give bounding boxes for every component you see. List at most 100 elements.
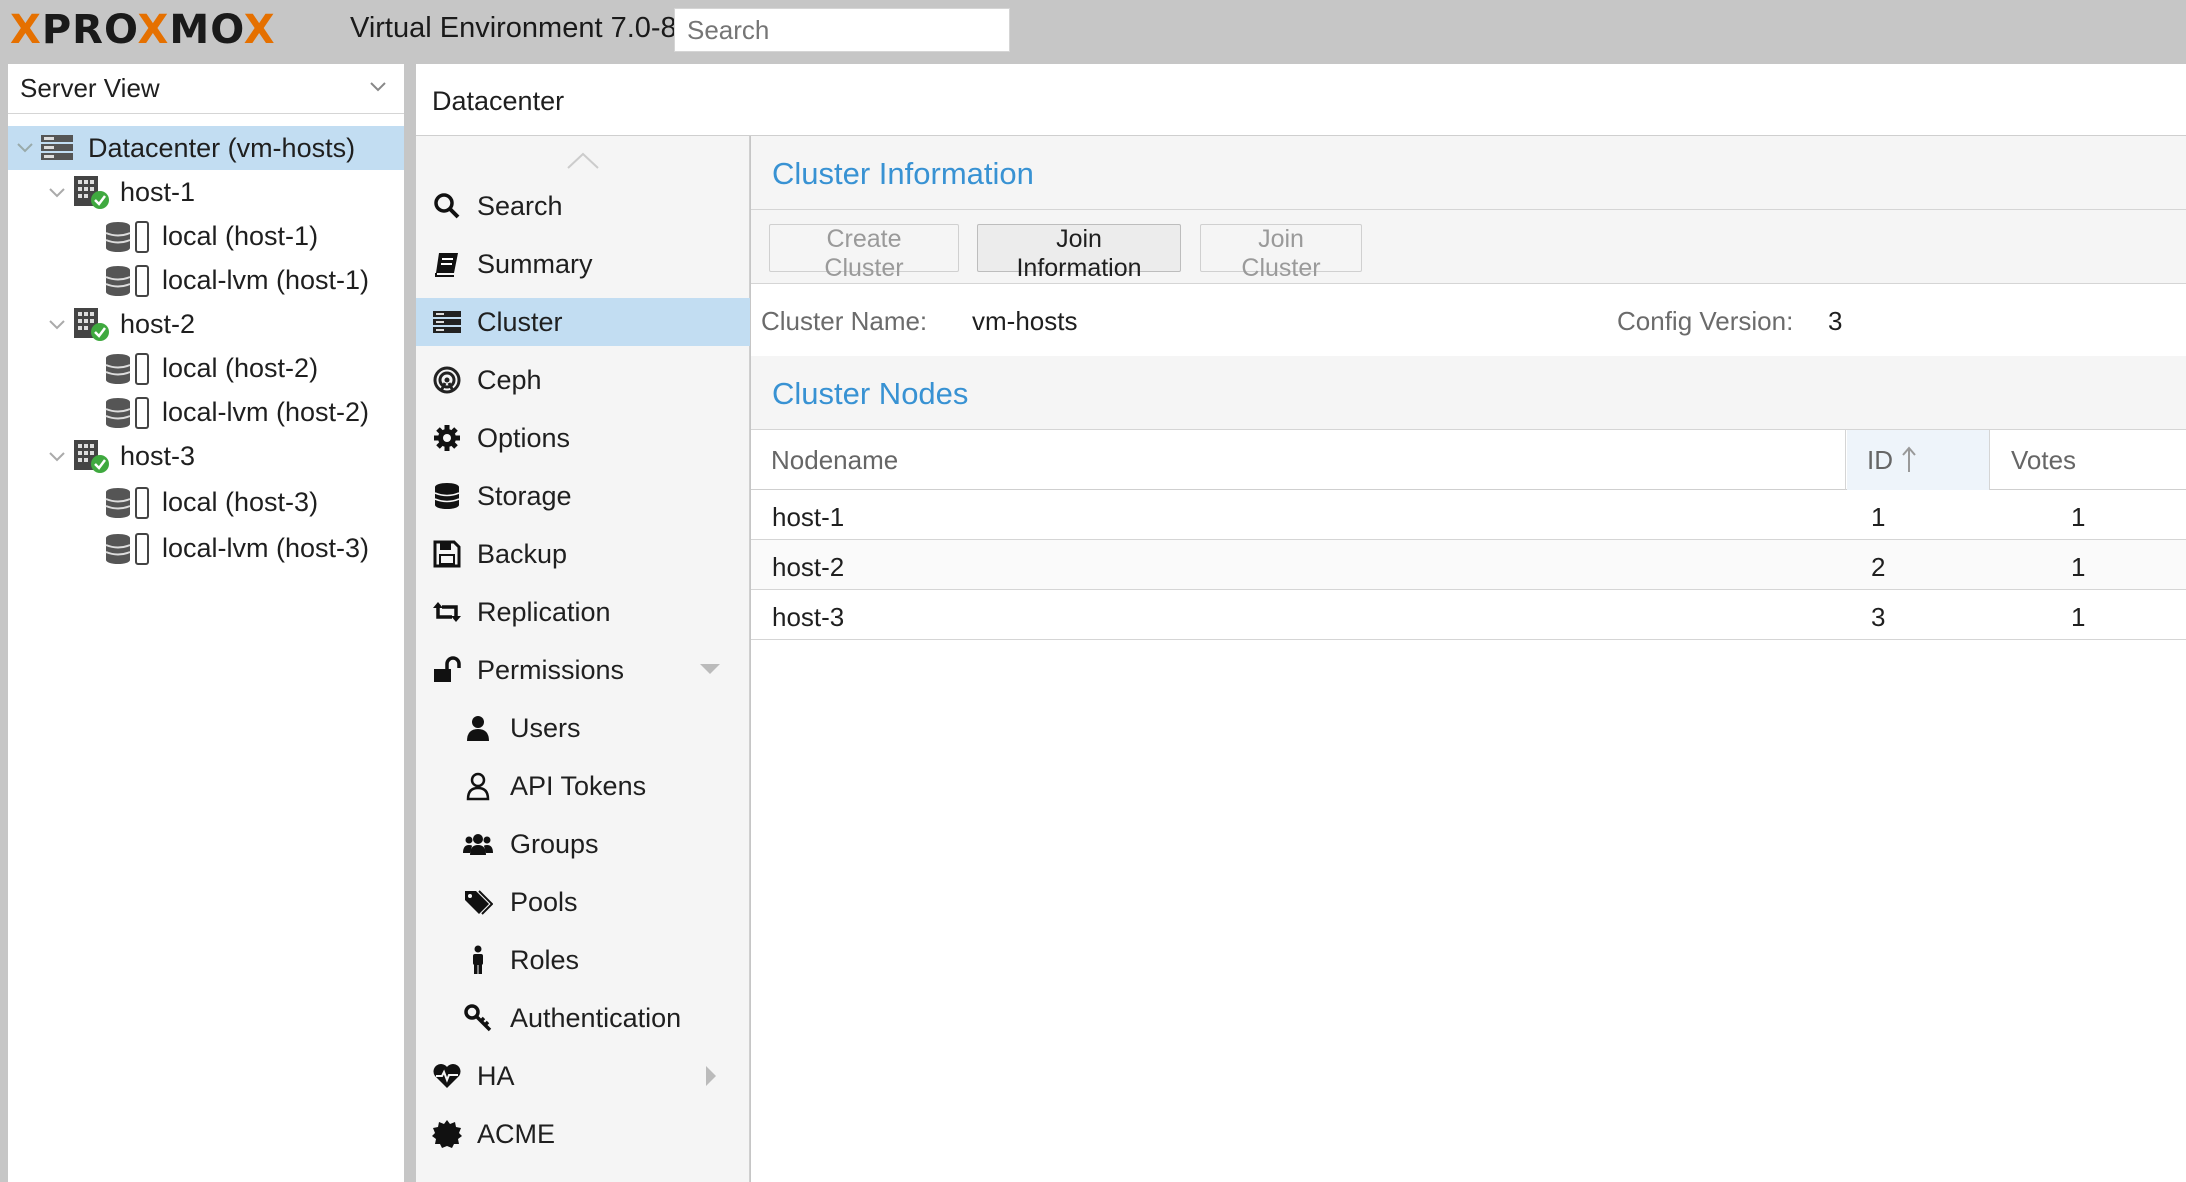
nav-item-label: API Tokens <box>510 770 647 801</box>
cluster-toolbar: Create Cluster Join Information Join Clu… <box>751 210 2186 284</box>
column-header-label: Nodename <box>771 444 899 475</box>
retweet-icon <box>433 602 461 622</box>
nav-item-label: Roles <box>510 944 580 975</box>
nav-item-roles[interactable]: Roles <box>416 936 750 984</box>
join-cluster-button[interactable]: Join Cluster <box>1200 224 1362 282</box>
cluster-info-row: Cluster Name: vm-hosts Config Version: 3 <box>751 284 2186 356</box>
nav-item-summary[interactable]: Summary <box>416 240 750 288</box>
tree-item-label: local-lvm (host-2) <box>162 396 370 427</box>
nav-item-groups[interactable]: Groups <box>416 820 750 868</box>
tree-item-label: host-2 <box>120 308 196 339</box>
tree-item-storage[interactable]: local-lvm (host-3) <box>8 526 404 570</box>
storage-icon <box>105 487 149 519</box>
tree-item-host-3[interactable]: host-3 <box>8 434 404 478</box>
chevron-down-icon[interactable] <box>46 181 68 203</box>
nav-item-ha[interactable]: HA <box>416 1052 750 1100</box>
storage-icon <box>105 265 149 297</box>
tree-item-label: host-3 <box>120 440 196 471</box>
table-row[interactable]: host-2 2 1 <box>751 540 2186 590</box>
database-icon <box>434 483 460 509</box>
server-view-select[interactable]: Server View <box>8 64 404 114</box>
nav-item-label: ACME <box>477 1118 556 1149</box>
users-icon <box>463 834 493 855</box>
nav-item-permissions[interactable]: Permissions <box>416 646 750 694</box>
nodes-grid-header: Nodename ID Votes <box>751 430 2186 490</box>
nav-item-search[interactable]: Search <box>416 182 750 230</box>
tree-item-host-1[interactable]: host-1 <box>8 170 404 214</box>
tree-item-storage[interactable]: local (host-3) <box>8 480 404 524</box>
ceph-icon <box>433 366 461 394</box>
cell-id: 1 <box>1871 502 1886 532</box>
cell-nodename: host-3 <box>772 602 845 632</box>
proxmox-logo[interactable]: XPROXMOX <box>8 4 276 56</box>
cell-votes: 1 <box>2071 502 2086 532</box>
join-information-button[interactable]: Join Information <box>977 224 1181 282</box>
table-row[interactable]: host-1 1 1 <box>751 490 2186 540</box>
breadcrumb: Datacenter <box>432 86 565 116</box>
cell-nodename: host-2 <box>772 552 845 582</box>
nav-item-acme[interactable]: ACME <box>416 1110 750 1158</box>
nav-item-label: Authentication <box>510 1002 682 1033</box>
tree-item-storage[interactable]: local (host-1) <box>8 214 404 258</box>
nav-item-label: Users <box>510 712 581 743</box>
tree-item-host-2[interactable]: host-2 <box>8 302 404 346</box>
server-view-label: Server View <box>20 73 160 103</box>
caret-right-icon[interactable] <box>706 1066 718 1086</box>
column-header-id[interactable]: ID <box>1847 430 1990 490</box>
nav-item-storage[interactable]: Storage <box>416 472 750 520</box>
user-outline-icon <box>466 772 490 801</box>
storage-icon <box>105 353 149 385</box>
nav-item-api-tokens[interactable]: API Tokens <box>416 762 750 810</box>
search-icon <box>434 193 460 219</box>
nav-item-users[interactable]: Users <box>416 704 750 752</box>
nav-item-label: Groups <box>510 828 599 859</box>
unlock-icon <box>434 656 461 682</box>
nav-item-pools[interactable]: Pools <box>416 878 750 926</box>
nav-item-label: Search <box>477 190 563 221</box>
nav-item-replication[interactable]: Replication <box>416 588 750 636</box>
chevron-down-icon[interactable] <box>46 445 68 467</box>
chevron-down-icon[interactable] <box>14 136 36 158</box>
create-cluster-button[interactable]: Create Cluster <box>769 224 959 282</box>
nav-item-label: Options <box>477 422 571 453</box>
content-header: Datacenter <box>416 64 2186 136</box>
logo-pro: PRO <box>41 7 138 53</box>
node-online-icon <box>74 440 109 473</box>
datacenter-nav-menu: Search Summary Cluster Ceph Options Stor… <box>416 136 750 1182</box>
table-row[interactable]: host-3 3 1 <box>751 590 2186 640</box>
cell-votes: 1 <box>2071 552 2086 582</box>
column-header-votes[interactable]: Votes <box>1991 430 2186 490</box>
nav-item-label: Pools <box>510 886 578 917</box>
cluster-name-value: vm-hosts <box>972 306 1078 336</box>
nav-item-label: Permissions <box>477 654 625 685</box>
column-header-label: Votes <box>2011 444 2077 475</box>
scroll-up-icon[interactable] <box>566 152 600 170</box>
resource-tree-panel: Server View Datacenter (vm-hosts) host-1… <box>8 64 404 1182</box>
nav-item-authentication[interactable]: Authentication <box>416 994 750 1042</box>
datacenter-icon <box>41 135 73 160</box>
cluster-information-header: Cluster Information <box>751 136 2186 210</box>
heartbeat-icon <box>433 1064 461 1088</box>
caret-down-icon[interactable] <box>700 664 720 676</box>
logo-x-mid: X <box>137 7 170 53</box>
column-header-nodename[interactable]: Nodename <box>751 430 1846 490</box>
key-icon <box>464 1004 492 1032</box>
nav-item-cluster[interactable]: Cluster <box>416 298 750 346</box>
tree-item-storage[interactable]: local (host-2) <box>8 346 404 390</box>
chevron-down-icon <box>370 82 386 92</box>
nav-item-ceph[interactable]: Ceph <box>416 356 750 404</box>
nav-item-options[interactable]: Options <box>416 414 750 462</box>
product-version-title: Virtual Environment 7.0-8 <box>350 12 677 44</box>
sort-ascending-icon <box>1902 446 1916 472</box>
cell-votes: 1 <box>2071 602 2086 632</box>
tree-item-datacenter[interactable]: Datacenter (vm-hosts) <box>8 126 404 170</box>
nav-item-backup[interactable]: Backup <box>416 530 750 578</box>
male-icon <box>473 945 483 974</box>
section-title: Cluster Information <box>772 156 1034 191</box>
tree-item-storage[interactable]: local-lvm (host-2) <box>8 390 404 434</box>
chevron-down-icon[interactable] <box>46 313 68 335</box>
global-search-input[interactable] <box>674 8 1010 52</box>
tree-item-storage[interactable]: local-lvm (host-1) <box>8 258 404 302</box>
floppy-disk-icon <box>433 540 461 568</box>
cell-id: 2 <box>1871 552 1886 582</box>
